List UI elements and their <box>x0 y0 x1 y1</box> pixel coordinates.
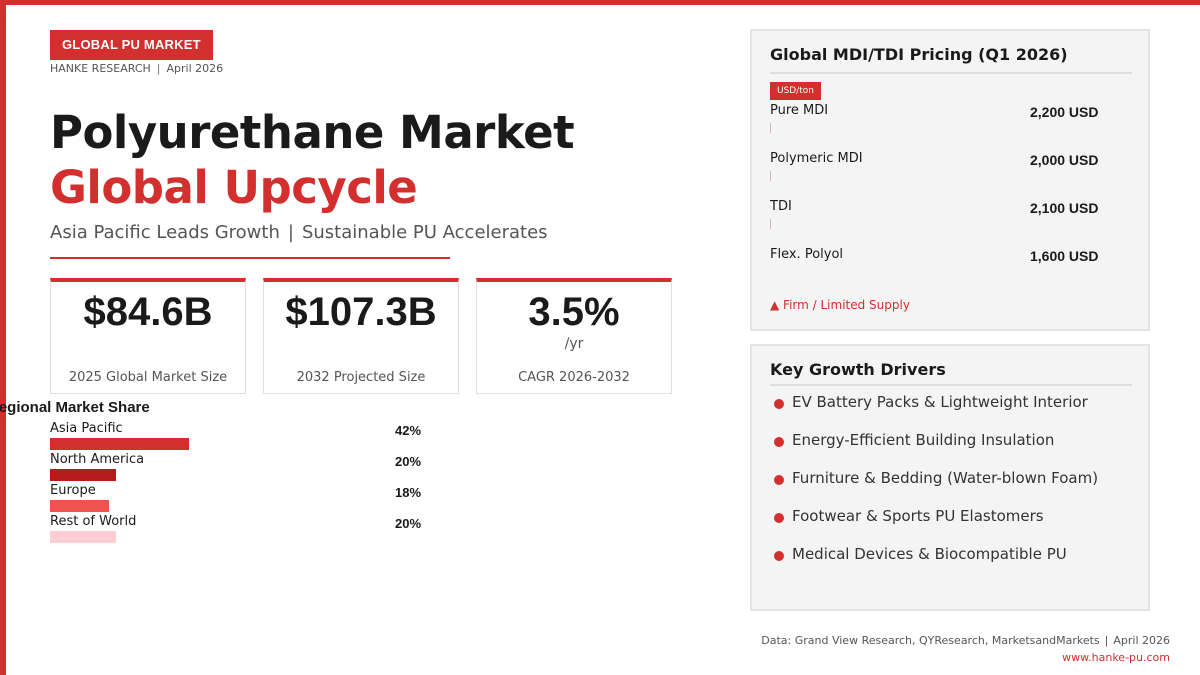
footer-separator: | <box>1104 634 1109 647</box>
driver-item: Furniture & Bedding (Water-blown Foam) <box>772 469 1132 493</box>
market-badge: GLOBAL PU MARKET <box>50 30 213 60</box>
footer-website-link[interactable]: www.hanke-pu.com <box>1062 651 1170 664</box>
publish-date: April 2026 <box>166 62 224 75</box>
pricing-unit-tag: USD/ton <box>770 82 822 100</box>
region-row-asia-pacific: Asia Pacific 42% <box>50 421 430 452</box>
price-item-name: TDI <box>770 199 792 214</box>
region-share-value: 18% <box>395 485 422 500</box>
top-accent-bar <box>0 0 1200 5</box>
pricing-panel-divider <box>770 72 1132 74</box>
region-row-europe: Europe 18% <box>50 483 430 514</box>
title-divider <box>50 257 450 259</box>
price-item-name: Polymeric MDI <box>770 151 863 166</box>
region-share-value: 20% <box>395 454 422 469</box>
footer-date: April 2026 <box>1113 634 1170 647</box>
region-name: Europe <box>50 483 96 498</box>
tagline-right: Sustainable PU Accelerates <box>301 222 548 243</box>
footer-sources-text: Data: Grand View Research, QYResearch, M… <box>761 634 1100 647</box>
kpi-value: $84.6B <box>83 290 213 334</box>
tagline-separator: | <box>287 222 294 243</box>
tagline: Asia Pacific Leads Growth | Sustainable PU… <box>50 222 548 243</box>
pricing-panel-title: Global MDI/TDI Pricing (Q1 2026) <box>770 45 1068 64</box>
price-item-name: Flex. Polyol <box>770 247 844 262</box>
driver-item: Medical Devices & Biocompatible PU <box>772 545 1132 569</box>
publisher-name: HANKE RESEARCH <box>50 62 151 75</box>
driver-text: Footwear & Sports PU Elastomers <box>792 507 1044 525</box>
driver-text: Energy-Efficient Building Insulation <box>792 431 1055 449</box>
driver-text: Furniture & Bedding (Water-blown Foam) <box>792 469 1099 487</box>
kpi-card-cagr: 3.5% /yr CAGR 2026-2032 <box>476 278 672 394</box>
growth-drivers-panel: Key Growth Drivers EV Battery Packs & Li… <box>750 344 1150 611</box>
driver-item: EV Battery Packs & Lightweight Interior <box>772 393 1132 417</box>
driver-item: Energy-Efficient Building Insulation <box>772 431 1132 455</box>
driver-text: Medical Devices & Biocompatible PU <box>792 545 1067 563</box>
region-share-bar <box>50 500 110 512</box>
driver-item: Footwear & Sports PU Elastomers <box>772 507 1132 531</box>
growth-drivers-divider <box>770 384 1132 386</box>
price-row-tdi: TDI 2,100 USD <box>770 199 1132 239</box>
page-title-line2: Global Upcycle <box>50 161 418 214</box>
price-row-marker <box>770 123 771 133</box>
region-row-rest-of-world: Rest of World 20% <box>50 514 430 545</box>
growth-drivers-title: Key Growth Drivers <box>770 360 946 379</box>
kpi-label: 2032 Projected Size <box>296 370 426 385</box>
region-share-value: 42% <box>395 423 422 438</box>
kpi-label: CAGR 2026-2032 <box>518 370 630 385</box>
price-item-value: 2,200 USD <box>1030 104 1099 120</box>
price-item-value: 2,100 USD <box>1030 200 1099 216</box>
price-item-value: 1,600 USD <box>1030 248 1099 264</box>
region-share-bar <box>50 438 189 450</box>
bullet-dot-icon <box>774 475 784 485</box>
price-row-marker <box>770 219 771 229</box>
kpi-label: 2025 Global Market Size <box>68 370 228 385</box>
bullet-dot-icon <box>774 513 784 523</box>
driver-text: EV Battery Packs & Lightweight Interior <box>792 393 1088 411</box>
region-share-value: 20% <box>395 516 422 531</box>
footer-sources: Data: Grand View Research, QYResearch, M… <box>761 634 1170 647</box>
bullet-dot-icon <box>774 399 784 409</box>
publisher-separator: | <box>156 62 161 75</box>
kpi-card-2032-size: $107.3B 2032 Projected Size <box>263 278 459 394</box>
kpi-value: $107.3B <box>285 290 437 334</box>
pricing-trend-note: ▲ Firm / Limited Supply <box>770 298 910 312</box>
kpi-value: 3.5% <box>528 290 620 334</box>
tagline-left: Asia Pacific Leads Growth <box>50 222 280 243</box>
region-share-bar <box>50 469 116 481</box>
price-row-pure-mdi: Pure MDI 2,200 USD <box>770 103 1132 143</box>
kpi-unit: /yr <box>564 336 584 352</box>
price-item-name: Pure MDI <box>770 103 829 118</box>
publisher-line: HANKE RESEARCH | April 2026 <box>50 62 223 75</box>
region-name: Rest of World <box>50 514 137 529</box>
price-item-value: 2,000 USD <box>1030 152 1099 168</box>
regional-share-title: Regional Market Share <box>0 399 150 416</box>
region-name: North America <box>50 452 145 467</box>
region-row-north-america: North America 20% <box>50 452 430 483</box>
price-row-flex-polyol: Flex. Polyol 1,600 USD <box>770 247 1132 287</box>
region-name: Asia Pacific <box>50 421 123 436</box>
price-row-polymeric-mdi: Polymeric MDI 2,000 USD <box>770 151 1132 191</box>
region-share-bar <box>50 531 116 543</box>
bullet-dot-icon <box>774 437 784 447</box>
bullet-dot-icon <box>774 551 784 561</box>
page-title-line1: Polyurethane Market <box>50 106 575 159</box>
pricing-panel: Global MDI/TDI Pricing (Q1 2026) USD/ton… <box>750 29 1150 331</box>
kpi-card-2025-size: $84.6B 2025 Global Market Size <box>50 278 246 394</box>
left-accent-bar <box>0 0 6 675</box>
price-row-marker <box>770 171 771 181</box>
